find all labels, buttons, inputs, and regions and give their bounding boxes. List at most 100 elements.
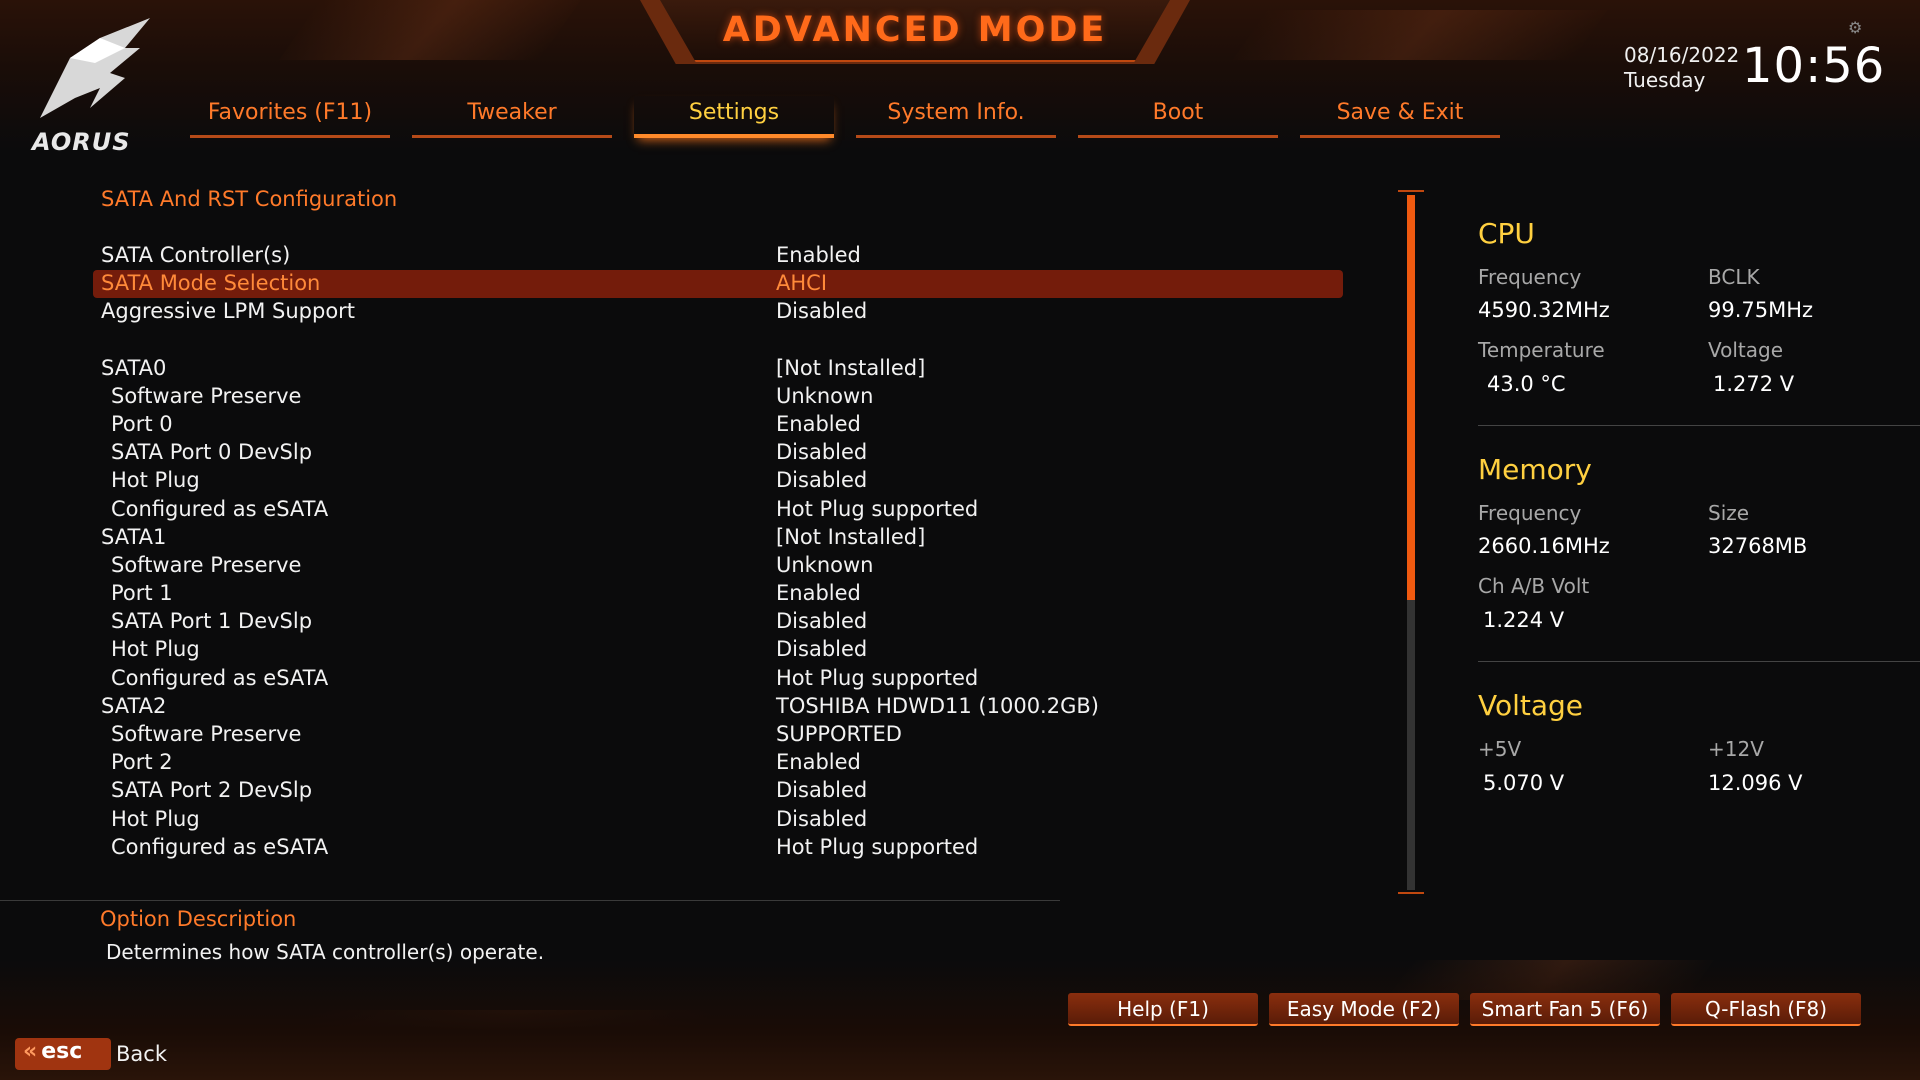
setting-value: Enabled bbox=[776, 581, 861, 606]
cpu-voltage-value: 1.272 V bbox=[1713, 372, 1795, 396]
setting-label: Software Preserve bbox=[111, 383, 302, 408]
cpu-frequency-value: 4590.32MHz bbox=[1478, 298, 1610, 322]
setting-value: Disabled bbox=[776, 609, 868, 634]
help-button[interactable]: Help (F1) bbox=[1068, 993, 1258, 1026]
setting-value: Hot Plug supported bbox=[776, 665, 979, 690]
setting-row-port1-esata: Configured as eSATA Hot Plug supported bbox=[93, 665, 1343, 693]
setting-label: SATA Mode Selection bbox=[101, 271, 321, 296]
voltage-12v-value: 12.096 V bbox=[1708, 771, 1803, 795]
tab-settings[interactable]: Settings bbox=[634, 96, 834, 138]
setting-label: Software Preserve bbox=[111, 722, 302, 746]
setting-label: SATA2 bbox=[101, 693, 167, 718]
day-text: Tuesday bbox=[1624, 68, 1706, 92]
smart-fan-button[interactable]: Smart Fan 5 (F6) bbox=[1470, 993, 1660, 1026]
setting-label: SATA Port 2 DevSlp bbox=[111, 778, 313, 803]
setting-row-port0[interactable]: Port 0 Enabled bbox=[93, 411, 1343, 439]
setting-label: SATA Controller(s) bbox=[101, 243, 291, 267]
setting-label: Configured as eSATA bbox=[111, 496, 329, 521]
setting-label: SATA Port 0 DevSlp bbox=[111, 440, 313, 465]
settings-list: SATA Controller(s) Enabled SATA Mode Sel… bbox=[93, 242, 1343, 862]
cpu-bclk-label: BCLK bbox=[1708, 265, 1760, 289]
aorus-logo-text: AORUS bbox=[32, 128, 131, 156]
cpu-temperature-label: Temperature bbox=[1478, 338, 1605, 362]
scrollbar-cap-top bbox=[1398, 190, 1424, 192]
setting-row-port2-devslp[interactable]: SATA Port 2 DevSlp Disabled bbox=[93, 777, 1343, 805]
cpu-bclk-value: 99.75MHz bbox=[1708, 298, 1814, 322]
cpu-temperature-value: 43.0 °C bbox=[1487, 372, 1566, 396]
setting-label: Hot Plug bbox=[111, 806, 200, 831]
setting-row-port0-esata: Configured as eSATA Hot Plug supported bbox=[93, 496, 1343, 524]
double-chevron-left-icon: « bbox=[23, 1039, 38, 1064]
date-text: 08/16/2022 bbox=[1624, 43, 1740, 67]
setting-row-port2-hot-plug[interactable]: Hot Plug Disabled bbox=[93, 806, 1343, 834]
setting-row-port1-hot-plug[interactable]: Hot Plug Disabled bbox=[93, 636, 1343, 664]
tab-system-info[interactable]: System Info. bbox=[856, 96, 1056, 138]
tab-tweaker[interactable]: Tweaker bbox=[412, 96, 612, 138]
divider bbox=[1478, 425, 1920, 426]
setting-value: AHCI bbox=[776, 271, 828, 296]
setting-value: [Not Installed] bbox=[776, 355, 926, 380]
setting-row-sata2-software-preserve: Software Preserve SUPPORTED bbox=[93, 721, 1343, 749]
setting-value: Disabled bbox=[776, 806, 868, 831]
memory-size-label: Size bbox=[1708, 501, 1750, 525]
memory-frequency-value: 2660.16MHz bbox=[1478, 534, 1610, 558]
setting-row-port2-esata: Configured as eSATA Hot Plug supported bbox=[93, 834, 1343, 862]
setting-row-sata-controllers[interactable]: SATA Controller(s) Enabled bbox=[93, 242, 1343, 270]
setting-label: SATA0 bbox=[101, 355, 167, 380]
section-title: SATA And RST Configuration bbox=[101, 187, 398, 211]
setting-value: Unknown bbox=[776, 552, 874, 577]
setting-row-sata-mode-selection[interactable]: SATA Mode Selection AHCI bbox=[93, 270, 1343, 299]
setting-value: Disabled bbox=[776, 637, 868, 662]
esc-back-button[interactable]: «esc bbox=[15, 1038, 111, 1070]
setting-value: TOSHIBA HDWD11 (1000.2GB) bbox=[776, 693, 1099, 718]
option-description-title: Option Description bbox=[100, 907, 297, 931]
setting-value: Disabled bbox=[776, 778, 868, 803]
gear-icon[interactable]: ⚙ bbox=[1848, 18, 1862, 37]
back-label[interactable]: Back bbox=[116, 1042, 167, 1066]
tab-save-exit[interactable]: Save & Exit bbox=[1300, 96, 1500, 138]
cpu-voltage-label: Voltage bbox=[1708, 338, 1784, 362]
setting-row-port0-hot-plug[interactable]: Hot Plug Disabled bbox=[93, 467, 1343, 495]
description-divider bbox=[0, 900, 1060, 901]
memory-volt-value: 1.224 V bbox=[1483, 608, 1565, 632]
setting-label: SATA Port 1 DevSlp bbox=[111, 609, 313, 634]
memory-size-value: 32768MB bbox=[1708, 534, 1808, 558]
memory-volt-label: Ch A/B Volt bbox=[1478, 574, 1590, 598]
setting-row-port0-devslp[interactable]: SATA Port 0 DevSlp Disabled bbox=[93, 439, 1343, 467]
setting-label: Software Preserve bbox=[111, 552, 302, 577]
setting-value: Enabled bbox=[776, 243, 861, 267]
setting-row-sata2: SATA2 TOSHIBA HDWD11 (1000.2GB) bbox=[93, 693, 1343, 721]
setting-row-port1-devslp[interactable]: SATA Port 1 DevSlp Disabled bbox=[93, 608, 1343, 636]
setting-value: SUPPORTED bbox=[776, 722, 902, 746]
setting-value: Enabled bbox=[776, 750, 861, 775]
voltage-5v-label: +5V bbox=[1478, 737, 1522, 761]
setting-row-aggressive-lpm[interactable]: Aggressive LPM Support Disabled bbox=[93, 298, 1343, 326]
setting-row-port1[interactable]: Port 1 Enabled bbox=[93, 580, 1343, 608]
q-flash-button[interactable]: Q-Flash (F8) bbox=[1671, 993, 1861, 1026]
cpu-heading: CPU bbox=[1478, 217, 1535, 250]
setting-value: Enabled bbox=[776, 411, 861, 436]
setting-label: Configured as eSATA bbox=[111, 665, 329, 690]
setting-label: SATA1 bbox=[101, 524, 167, 549]
voltage-5v-value: 5.070 V bbox=[1483, 771, 1565, 795]
scrollbar-thumb[interactable] bbox=[1407, 195, 1415, 600]
setting-label: Hot Plug bbox=[111, 637, 200, 662]
voltage-12v-label: +12V bbox=[1708, 737, 1764, 761]
setting-value: Hot Plug supported bbox=[776, 496, 979, 521]
setting-label: Configured as eSATA bbox=[111, 834, 329, 859]
setting-row-port2[interactable]: Port 2 Enabled bbox=[93, 749, 1343, 777]
tab-favorites[interactable]: Favorites (F11) bbox=[190, 96, 390, 138]
date-display: 08/16/2022 Tuesday bbox=[1624, 43, 1739, 93]
setting-row-sata1: SATA1 [Not Installed] bbox=[93, 524, 1343, 552]
setting-label: Hot Plug bbox=[111, 468, 200, 493]
easy-mode-button[interactable]: Easy Mode (F2) bbox=[1269, 993, 1459, 1026]
setting-label: Aggressive LPM Support bbox=[101, 299, 356, 324]
clock: 10:56 bbox=[1742, 38, 1886, 94]
setting-value: Disabled bbox=[776, 299, 868, 324]
scrollbar-cap-bottom bbox=[1398, 892, 1424, 894]
tab-boot[interactable]: Boot bbox=[1078, 96, 1278, 138]
setting-row-sata1-software-preserve: Software Preserve Unknown bbox=[93, 552, 1343, 580]
esc-label: esc bbox=[41, 1039, 83, 1064]
setting-row-sata0: SATA0 [Not Installed] bbox=[93, 355, 1343, 383]
